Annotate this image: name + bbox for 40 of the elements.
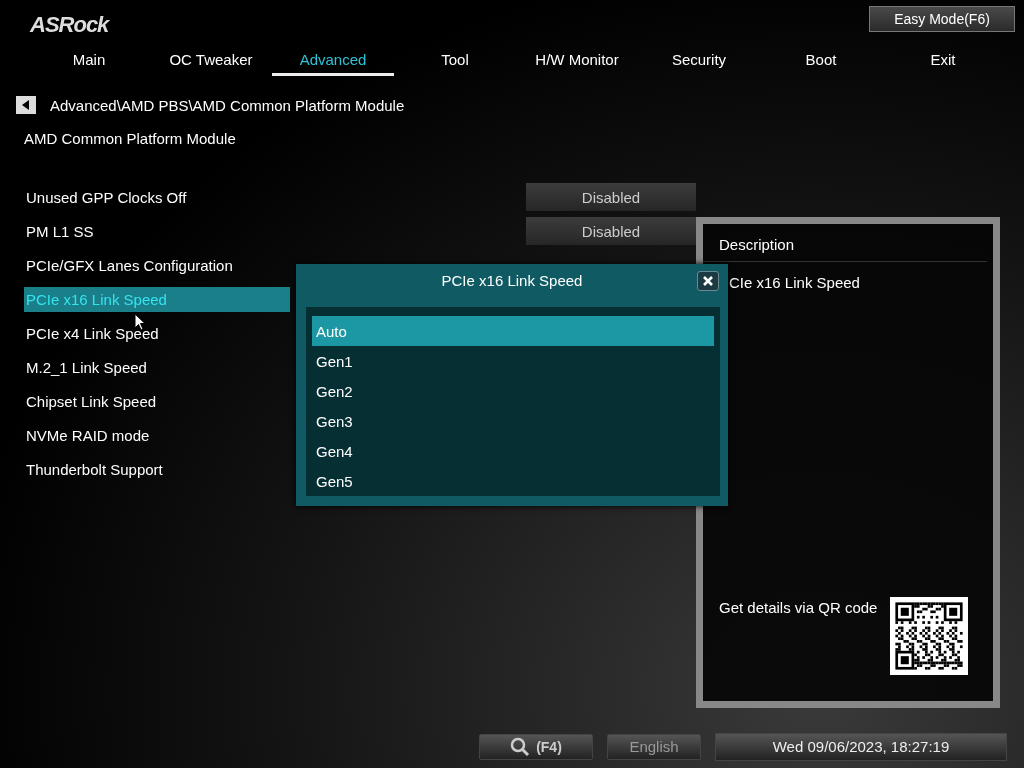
setting-item[interactable]: PM L1 SS (24, 218, 94, 244)
close-icon (703, 276, 713, 286)
tab[interactable]: Exit (882, 48, 1004, 76)
close-button[interactable] (697, 271, 719, 291)
option-item[interactable]: Gen3 (312, 406, 714, 436)
option-item[interactable]: Gen4 (312, 436, 714, 466)
setting-item[interactable]: Chipset Link Speed (24, 388, 157, 414)
back-button[interactable] (16, 96, 36, 114)
setting-item[interactable]: Unused GPP Clocks Off (24, 184, 187, 210)
qr-caption: Get details via QR code (719, 598, 879, 618)
tab[interactable]: H/W Monitor (516, 48, 638, 76)
tab[interactable]: Boot (760, 48, 882, 76)
back-arrow-icon (22, 100, 30, 110)
language-button[interactable]: English (607, 733, 701, 760)
setting-item[interactable]: NVMe RAID mode (24, 422, 150, 448)
tab[interactable]: Security (638, 48, 760, 76)
setting-item[interactable]: Thunderbolt Support (24, 456, 163, 482)
tab[interactable]: Advanced (272, 48, 394, 76)
setting-value[interactable]: Disabled (526, 217, 696, 245)
option-item[interactable]: Gen2 (312, 376, 714, 406)
breadcrumb: Advanced\AMD PBS\AMD Common Platform Module (50, 96, 405, 114)
option-item[interactable]: Gen5 (312, 466, 714, 496)
setting-item[interactable]: PCIe/GFX Lanes Configuration (24, 252, 233, 278)
page-title: AMD Common Platform Module (24, 130, 237, 149)
tab[interactable]: Main (28, 48, 150, 76)
dialog-title: PCIe x16 Link Speed (441, 272, 583, 289)
easy-mode-button[interactable]: Easy Mode(F6) (869, 6, 1015, 32)
description-text: CIe x16 Link Speed (729, 274, 860, 291)
date-time-display: Wed 09/06/2023, 18:27:19 (715, 732, 1007, 761)
search-icon (510, 736, 531, 757)
tab[interactable]: OC Tweaker (150, 48, 272, 76)
logo: ASRock (30, 12, 109, 38)
setting-value[interactable]: Disabled (526, 183, 696, 211)
setting-item[interactable]: M.2_1 Link Speed (24, 354, 147, 380)
option-item[interactable]: Gen1 (312, 346, 714, 376)
setting-item[interactable]: PCIe x4 Link Speed (24, 320, 159, 346)
search-button[interactable]: (F4) (479, 733, 593, 760)
qr-code-icon (890, 597, 968, 675)
tab[interactable]: Tool (394, 48, 516, 76)
description-heading: Description (703, 224, 987, 262)
